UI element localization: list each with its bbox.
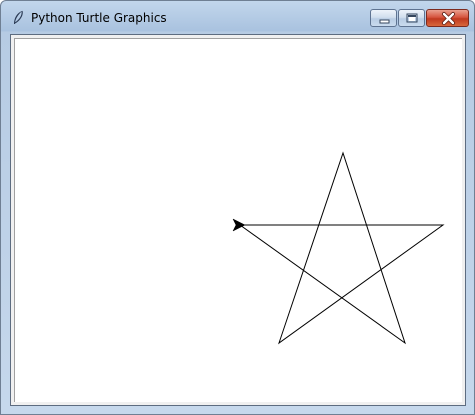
minimize-button[interactable] <box>370 9 397 27</box>
close-button[interactable] <box>426 9 469 27</box>
turtle-canvas[interactable] <box>14 38 462 402</box>
drawing-surface <box>232 151 445 345</box>
maximize-icon <box>406 13 418 23</box>
turtle-arrow-icon <box>232 218 246 232</box>
client-area <box>10 34 466 406</box>
feather-icon <box>14 10 23 24</box>
maximize-button[interactable] <box>398 9 425 27</box>
window-title: Python Turtle Graphics <box>31 11 167 25</box>
close-icon <box>442 12 455 25</box>
star-drawing <box>239 151 445 345</box>
title-bar[interactable]: Python Turtle Graphics <box>1 1 474 35</box>
minimize-icon <box>379 19 390 24</box>
turtle-window: Python Turtle Graphics <box>0 0 475 415</box>
